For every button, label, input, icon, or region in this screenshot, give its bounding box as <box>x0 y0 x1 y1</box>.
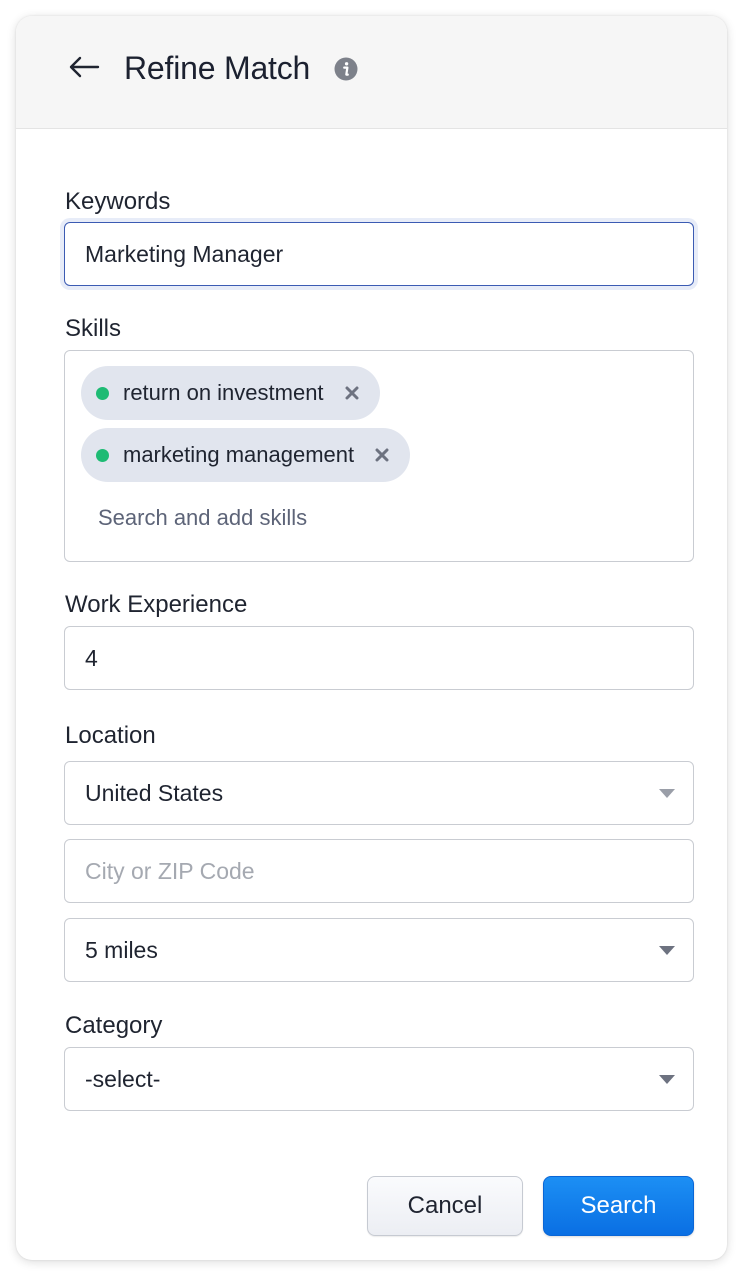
skill-chip: return on investment <box>81 366 380 420</box>
chevron-down-icon <box>659 1075 675 1084</box>
country-select[interactable]: United States <box>64 761 694 825</box>
refine-match-panel: Refine Match Keywords Skills return on i… <box>16 16 727 1260</box>
panel-header: Refine Match <box>16 16 727 129</box>
city-zip-input[interactable] <box>64 839 694 903</box>
back-button[interactable] <box>66 52 102 82</box>
skills-search-input[interactable] <box>98 501 658 535</box>
category-select[interactable]: -select- <box>64 1047 694 1111</box>
page-title: Refine Match <box>124 50 311 86</box>
chevron-down-icon <box>659 789 675 798</box>
skill-chip: marketing management <box>81 428 411 482</box>
radius-select[interactable]: 5 miles <box>64 918 694 982</box>
radius-select-value: 5 miles <box>85 937 158 963</box>
cancel-button[interactable]: Cancel <box>367 1176 523 1236</box>
category-label: Category <box>65 1012 163 1039</box>
category-select-value: -select- <box>85 1066 161 1092</box>
remove-skill-button[interactable] <box>374 447 390 463</box>
skills-label: Skills <box>65 315 122 342</box>
remove-skill-button[interactable] <box>344 385 360 401</box>
keywords-label: Keywords <box>65 188 171 215</box>
skill-chip-label: marketing management <box>123 442 355 467</box>
work-experience-input[interactable] <box>64 626 694 690</box>
status-dot <box>96 386 109 400</box>
location-label: Location <box>65 722 156 749</box>
skills-field[interactable]: return on investment marketing managemen… <box>64 350 694 562</box>
info-icon[interactable] <box>334 57 358 81</box>
country-select-value: United States <box>85 780 224 806</box>
close-icon <box>375 448 389 462</box>
work-experience-label: Work Experience <box>65 591 248 618</box>
search-button[interactable]: Search <box>543 1176 694 1236</box>
keywords-input[interactable] <box>64 222 694 286</box>
skill-chip-label: return on investment <box>123 380 324 405</box>
status-dot <box>96 448 109 462</box>
close-icon <box>345 386 359 400</box>
arrow-left-icon <box>69 56 100 78</box>
chevron-down-icon <box>659 946 675 955</box>
